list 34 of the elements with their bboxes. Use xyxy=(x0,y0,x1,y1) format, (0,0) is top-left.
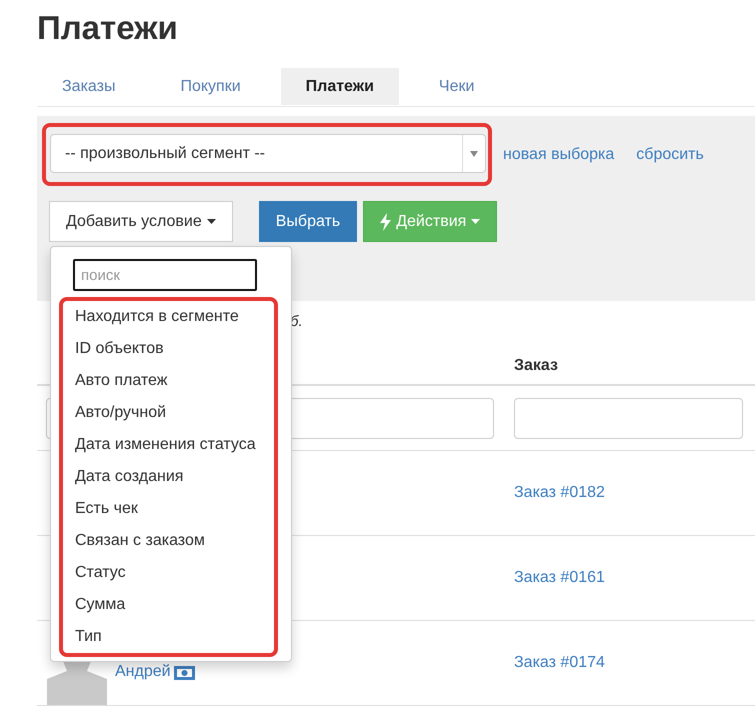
tab[interactable]: Покупки xyxy=(155,68,266,105)
menu-item[interactable]: Авто платеж xyxy=(75,365,262,397)
caret-icon xyxy=(471,219,480,224)
column-header: Заказ xyxy=(514,356,558,374)
tab[interactable]: Заказы xyxy=(37,68,140,105)
filter-field[interactable] xyxy=(514,398,743,438)
menu-item[interactable]: Есть чек xyxy=(75,493,262,525)
page-title: Платежи xyxy=(37,8,179,48)
order-link[interactable]: Заказ #0161 xyxy=(514,569,605,586)
link[interactable]: сбросить xyxy=(636,146,704,164)
menu-item[interactable]: Тип xyxy=(75,621,262,653)
caret-icon xyxy=(470,150,478,156)
customer-link[interactable]: Андрей xyxy=(115,663,171,681)
search-field[interactable]: поиск xyxy=(73,259,257,291)
menu-item[interactable]: ID объектов xyxy=(75,333,262,365)
add-condition-button[interactable]: Добавить условие xyxy=(49,201,233,242)
menu-item[interactable]: Авто/ручной xyxy=(75,397,262,429)
menu-item[interactable]: Находится в сегменте xyxy=(75,301,262,333)
select-button[interactable]: Выбрать xyxy=(258,201,358,242)
lightning-icon xyxy=(380,212,392,230)
segment-select[interactable]: -- произвольный сегмент -- xyxy=(50,134,486,173)
order-link[interactable]: Заказ #0174 xyxy=(514,654,605,671)
menu-item[interactable]: Дата изменения статуса xyxy=(75,429,262,461)
banknote-icon xyxy=(174,666,195,680)
tab[interactable]: Чеки xyxy=(414,68,500,105)
link[interactable]: новая выборка xyxy=(503,146,614,164)
menu-item[interactable]: Сумма xyxy=(75,589,262,621)
select-value: -- произвольный сегмент -- xyxy=(64,144,266,162)
tab[interactable]: Платежи xyxy=(280,68,399,105)
order-link[interactable]: Заказ #0182 xyxy=(514,484,605,501)
menu-item[interactable]: Дата создания xyxy=(75,461,262,493)
menu-item[interactable]: Связан с заказом xyxy=(75,525,262,557)
menu-item[interactable]: Статус xyxy=(75,557,262,589)
caret-icon xyxy=(206,219,216,224)
